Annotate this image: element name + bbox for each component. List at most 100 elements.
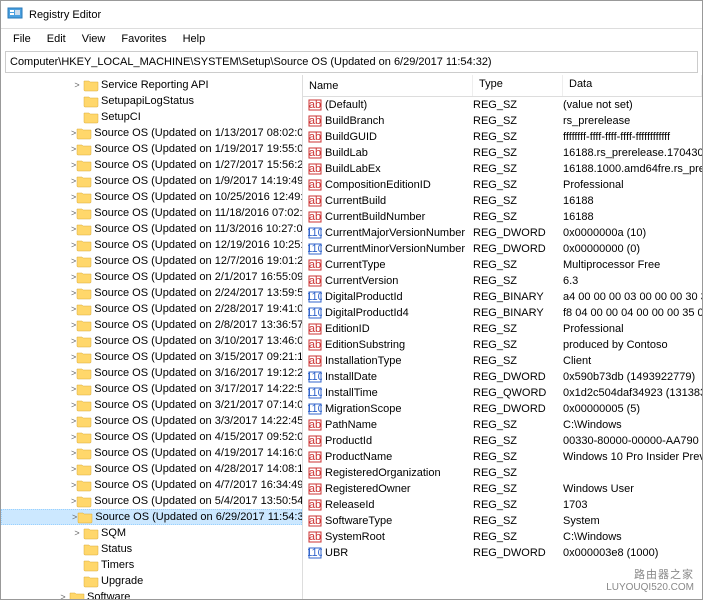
value-row[interactable]: 110DigitalProductId4REG_BINARYf8 04 00 0… (303, 305, 702, 321)
tree-item[interactable]: >Source OS (Updated on 3/15/2017 09:21:1… (1, 349, 302, 365)
tree-item[interactable]: >Source OS (Updated on 2/28/2017 19:41:0… (1, 301, 302, 317)
tree-item[interactable]: >Source OS (Updated on 4/7/2017 16:34:49… (1, 477, 302, 493)
svg-text:110: 110 (308, 387, 322, 399)
value-row[interactable]: 110CurrentMinorVersionNumberREG_DWORD0x0… (303, 241, 702, 257)
value-row[interactable]: abPathNameREG_SZC:\Windows (303, 417, 702, 433)
tree-item[interactable]: >Source OS (Updated on 10/25/2016 12:49:… (1, 189, 302, 205)
tree-pane[interactable]: >Service Reporting APISetupapiLogStatus S… (1, 75, 303, 599)
value-row[interactable]: abReleaseIdREG_SZ1703 (303, 497, 702, 513)
value-type: REG_DWORD (473, 371, 563, 383)
tree-item[interactable]: SetupapiLogStatus (1, 93, 302, 109)
value-row[interactable]: 110DigitalProductIdREG_BINARYa4 00 00 00… (303, 289, 702, 305)
value-row[interactable]: abBuildLabREG_SZ16188.rs_prerelease.1704… (303, 145, 702, 161)
value-row[interactable]: abEditionSubstringREG_SZproduced by Cont… (303, 337, 702, 353)
tree-item[interactable]: >Source OS (Updated on 1/27/2017 15:56:2… (1, 157, 302, 173)
value-row[interactable]: ab(Default)REG_SZ(value not set) (303, 97, 702, 113)
tree-item[interactable]: Timers (1, 557, 302, 573)
tree-item[interactable]: >Source OS (Updated on 5/4/2017 13:50:54… (1, 493, 302, 509)
tree-item[interactable]: >Source OS (Updated on 3/17/2017 14:22:5… (1, 381, 302, 397)
menu-favorites[interactable]: Favorites (113, 31, 174, 47)
value-row[interactable]: abCurrentVersionREG_SZ6.3 (303, 273, 702, 289)
expand-toggle-icon[interactable]: > (71, 528, 83, 538)
value-row[interactable]: abSoftwareTypeREG_SZSystem (303, 513, 702, 529)
expand-toggle-icon[interactable]: > (57, 592, 69, 599)
value-row[interactable]: abCurrentBuildNumberREG_SZ16188 (303, 209, 702, 225)
tree-item[interactable]: >SQM (1, 525, 302, 541)
svg-text:ab: ab (309, 435, 321, 447)
tree-item[interactable]: >Source OS (Updated on 11/18/2016 07:02:… (1, 205, 302, 221)
tree-item[interactable]: >Source OS (Updated on 11/3/2016 10:27:0… (1, 221, 302, 237)
svg-text:ab: ab (309, 451, 321, 463)
expand-toggle-icon[interactable]: > (71, 80, 83, 90)
value-row[interactable]: 110InstallDateREG_DWORD0x590b73db (14939… (303, 369, 702, 385)
value-type: REG_SZ (473, 499, 563, 511)
value-name: SoftwareType (325, 515, 392, 527)
value-data: 1703 (563, 499, 702, 511)
svg-text:ab: ab (309, 211, 321, 223)
list-pane[interactable]: Name Type Data ab(Default)REG_SZ(value n… (303, 75, 702, 599)
svg-text:ab: ab (309, 419, 321, 431)
menu-file[interactable]: File (5, 31, 39, 47)
value-row[interactable]: abBuildBranchREG_SZrs_prerelease (303, 113, 702, 129)
tree-item[interactable]: >Source OS (Updated on 12/7/2016 19:01:2… (1, 253, 302, 269)
value-data: Windows 10 Pro Insider Preview (563, 451, 702, 463)
menu-view[interactable]: View (74, 31, 114, 47)
value-name: BuildGUID (325, 131, 377, 143)
tree-item-label: SetupCI (101, 111, 141, 123)
folder-icon (83, 574, 99, 588)
tree-item[interactable]: >Source OS (Updated on 4/28/2017 14:08:1… (1, 461, 302, 477)
tree-item[interactable]: >Source OS (Updated on 1/9/2017 14:19:49… (1, 173, 302, 189)
value-row[interactable]: 110InstallTimeREG_QWORD0x1d2c504daf34923… (303, 385, 702, 401)
menu-help[interactable]: Help (175, 31, 214, 47)
tree-item[interactable]: >Source OS (Updated on 3/21/2017 07:14:0… (1, 397, 302, 413)
tree-item[interactable]: >Source OS (Updated on 2/8/2017 13:36:57… (1, 317, 302, 333)
value-row[interactable]: abBuildGUIDREG_SZffffffff-ffff-ffff-ffff… (303, 129, 702, 145)
value-row[interactable]: 110UBRREG_DWORD0x000003e8 (1000) (303, 545, 702, 561)
tree-item[interactable]: >Source OS (Updated on 4/19/2017 14:16:0… (1, 445, 302, 461)
tree-item[interactable]: >Source OS (Updated on 1/13/2017 08:02:0… (1, 125, 302, 141)
tree-item-label: Source OS (Updated on 3/21/2017 07:14:08… (94, 399, 303, 411)
tree-item[interactable]: Upgrade (1, 573, 302, 589)
col-header-data[interactable]: Data (563, 75, 702, 96)
value-row[interactable]: abProductIdREG_SZ00330-80000-00000-AA790 (303, 433, 702, 449)
value-row[interactable]: abCompositionEditionIDREG_SZProfessional (303, 177, 702, 193)
value-row[interactable]: abEditionIDREG_SZProfessional (303, 321, 702, 337)
tree-item[interactable]: >Source OS (Updated on 4/15/2017 09:52:0… (1, 429, 302, 445)
address-bar[interactable]: Computer\HKEY_LOCAL_MACHINE\SYSTEM\Setup… (5, 51, 698, 73)
value-row[interactable]: abProductNameREG_SZWindows 10 Pro Inside… (303, 449, 702, 465)
tree-item[interactable]: >Source OS (Updated on 2/1/2017 16:55:09… (1, 269, 302, 285)
col-header-name[interactable]: Name (303, 75, 473, 96)
tree-item[interactable]: >Source OS (Updated on 3/16/2017 19:12:2… (1, 365, 302, 381)
value-row[interactable]: abCurrentBuildREG_SZ16188 (303, 193, 702, 209)
folder-icon (76, 382, 92, 396)
titlebar[interactable]: Registry Editor (1, 1, 702, 29)
tree-item[interactable]: >Source OS (Updated on 6/29/2017 11:54:3… (1, 509, 302, 525)
tree-item[interactable]: >Service Reporting API (1, 77, 302, 93)
tree-item[interactable]: SetupCI (1, 109, 302, 125)
tree-item[interactable]: >Software (1, 589, 302, 599)
tree-item[interactable]: >Source OS (Updated on 3/10/2017 13:46:0… (1, 333, 302, 349)
col-header-type[interactable]: Type (473, 75, 563, 96)
string-value-icon: ab (307, 210, 323, 224)
value-row[interactable]: abInstallationTypeREG_SZClient (303, 353, 702, 369)
tree-item[interactable]: >Source OS (Updated on 2/24/2017 13:59:5… (1, 285, 302, 301)
tree-item[interactable]: >Source OS (Updated on 12/19/2016 10:25:… (1, 237, 302, 253)
value-row[interactable]: abSystemRootREG_SZC:\Windows (303, 529, 702, 545)
value-data: 16188.1000.amd64fre.rs_prerelease (563, 163, 702, 175)
tree-item[interactable]: >Source OS (Updated on 3/3/2017 14:22:45… (1, 413, 302, 429)
value-row[interactable]: abRegisteredOrganizationREG_SZ (303, 465, 702, 481)
value-row[interactable]: 110MigrationScopeREG_DWORD0x00000005 (5) (303, 401, 702, 417)
tree-item-label: Source OS (Updated on 3/3/2017 14:22:45) (94, 415, 303, 427)
value-row[interactable]: 110CurrentMajorVersionNumberREG_DWORD0x0… (303, 225, 702, 241)
value-row[interactable]: abRegisteredOwnerREG_SZWindows User (303, 481, 702, 497)
folder-icon (76, 126, 92, 140)
folder-icon (76, 478, 92, 492)
value-data: 0x0000000a (10) (563, 227, 702, 239)
value-type: REG_SZ (473, 99, 563, 111)
value-row[interactable]: abCurrentTypeREG_SZMultiprocessor Free (303, 257, 702, 273)
tree-item[interactable]: >Source OS (Updated on 1/19/2017 19:55:0… (1, 141, 302, 157)
menu-edit[interactable]: Edit (39, 31, 74, 47)
value-row[interactable]: abBuildLabExREG_SZ16188.1000.amd64fre.rs… (303, 161, 702, 177)
tree-item[interactable]: Status (1, 541, 302, 557)
value-name: BuildBranch (325, 115, 384, 127)
